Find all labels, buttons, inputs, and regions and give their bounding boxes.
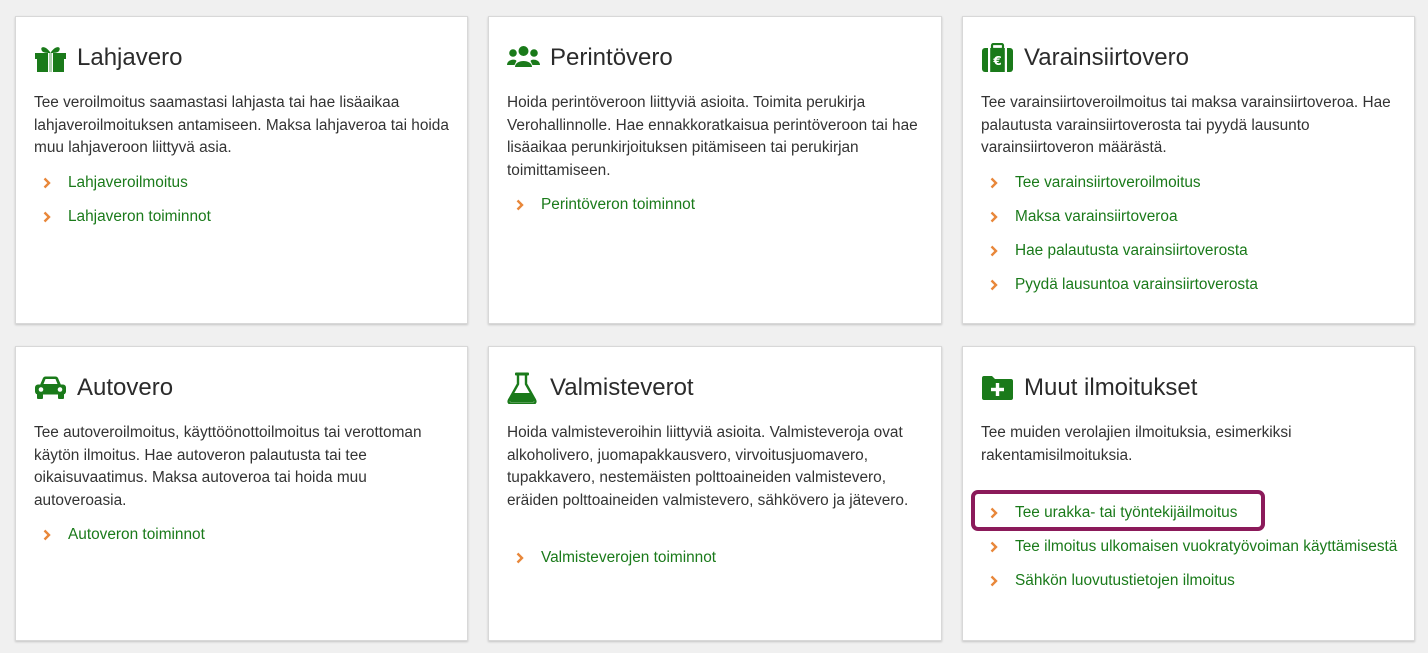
card-autovero: Autovero Tee autoveroilmoitus, käyttööno… — [15, 346, 468, 641]
link-item: Sähkön luovutustietojen ilmoitus — [981, 570, 1400, 593]
link-item: Perintöveron toiminnot — [507, 194, 927, 217]
card-header: Muut ilmoitukset — [981, 373, 1197, 403]
chevron-right-icon — [40, 208, 54, 226]
flask-icon — [507, 372, 541, 404]
card-header: Perintövero — [507, 43, 673, 73]
link-item: Valmisteverojen toiminnot — [507, 547, 927, 570]
card-lahjavero: Lahjavero Tee veroilmoitus saamastasi la… — [15, 16, 468, 324]
chevron-right-icon — [987, 572, 1001, 590]
card-header: € Varainsiirtovero — [981, 43, 1189, 73]
svg-text:€: € — [992, 54, 1001, 68]
euro-luggage-icon: € — [981, 43, 1015, 73]
card-title: Lahjavero — [77, 44, 183, 71]
card-perintovero: Perintövero Hoida perintöveroon liittyvi… — [488, 16, 942, 324]
link-hae-palautusta[interactable]: Hae palautusta varainsiirtoverosta — [1015, 242, 1248, 259]
card-title: Muut ilmoitukset — [1024, 374, 1198, 401]
chevron-right-icon — [987, 174, 1001, 192]
link-item: Lahjaveroilmoitus — [34, 172, 453, 195]
link-item: Hae palautusta varainsiirtoverosta — [981, 240, 1400, 263]
link-valmisteverojen-toiminnot[interactable]: Valmisteverojen toiminnot — [541, 549, 716, 566]
link-perintoveron-toiminnot[interactable]: Perintöveron toiminnot — [541, 196, 695, 213]
card-description: Tee muiden verolajien ilmoituksia, esime… — [981, 424, 1292, 464]
gift-icon — [34, 43, 68, 73]
folder-plus-icon — [981, 373, 1015, 403]
card-header: Valmisteverot — [507, 372, 694, 404]
chevron-right-icon — [40, 526, 54, 544]
car-icon — [34, 373, 68, 403]
chevron-right-icon — [987, 504, 1001, 522]
link-lahjaveron-toiminnot[interactable]: Lahjaveron toiminnot — [68, 208, 211, 225]
card-title: Valmisteverot — [550, 374, 694, 401]
link-lahjaveroilmoitus[interactable]: Lahjaveroilmoitus — [68, 174, 188, 191]
link-autoveron-toiminnot[interactable]: Autoveron toiminnot — [68, 526, 205, 543]
link-pyyda-lausuntoa[interactable]: Pyydä lausuntoa varainsiirtoverosta — [1015, 276, 1258, 293]
link-item: Autoveron toiminnot — [34, 524, 453, 547]
chevron-right-icon — [513, 549, 527, 567]
card-title: Varainsiirtovero — [1024, 44, 1189, 71]
card-description: Hoida perintöveroon liittyviä asioita. T… — [507, 94, 918, 179]
link-item: Maksa varainsiirtoveroa — [981, 206, 1400, 229]
card-description: Tee veroilmoitus saamastasi lahjasta tai… — [34, 94, 449, 156]
chevron-right-icon — [987, 208, 1001, 226]
link-item: Lahjaveron toiminnot — [34, 206, 453, 229]
card-muut-ilmoitukset: Muut ilmoitukset Tee muiden verolajien i… — [962, 346, 1415, 641]
link-tee-urakka-ilmoitus[interactable]: Tee urakka- tai työntekijäilmoitus — [1015, 504, 1237, 521]
card-title: Perintövero — [550, 44, 673, 71]
link-list: Tee varainsiirtoveroilmoitus Maksa varai… — [981, 172, 1400, 308]
link-item: Tee ilmoitus ulkomaisen vuokratyövoiman … — [981, 536, 1400, 559]
card-header: Autovero — [34, 373, 173, 403]
link-list: Tee urakka- tai työntekijäilmoitus Tee i… — [981, 502, 1400, 604]
chevron-right-icon — [987, 242, 1001, 260]
card-varainsiirtovero: € Varainsiirtovero Tee varainsiirtoveroi… — [962, 16, 1415, 324]
card-description: Hoida valmisteveroihin liittyviä asioita… — [507, 424, 909, 509]
link-maksa-varainsiirtoveroa[interactable]: Maksa varainsiirtoveroa — [1015, 208, 1178, 225]
link-item: Pyydä lausuntoa varainsiirtoverosta — [981, 274, 1400, 297]
link-list: Perintöveron toiminnot — [507, 194, 927, 228]
link-tee-varainsiirtoveroilmoitus[interactable]: Tee varainsiirtoveroilmoitus — [1015, 174, 1201, 191]
card-header: Lahjavero — [34, 43, 182, 73]
link-list: Lahjaveroilmoitus Lahjaveron toiminnot — [34, 172, 453, 240]
people-icon — [507, 43, 541, 73]
link-tee-ilmoitus-vuokratyovoima[interactable]: Tee ilmoitus ulkomaisen vuokratyövoiman … — [1015, 538, 1397, 555]
link-item: Tee urakka- tai työntekijäilmoitus — [981, 502, 1400, 525]
link-sahkon-luovutustiedot[interactable]: Sähkön luovutustietojen ilmoitus — [1015, 572, 1235, 589]
card-title: Autovero — [77, 374, 174, 401]
card-description: Tee autoveroilmoitus, käyttöönottoilmoit… — [34, 424, 422, 509]
card-valmisteverot: Valmisteverot Hoida valmisteveroihin lii… — [488, 346, 942, 641]
chevron-right-icon — [40, 174, 54, 192]
chevron-right-icon — [987, 538, 1001, 556]
chevron-right-icon — [513, 196, 527, 214]
chevron-right-icon — [987, 276, 1001, 294]
service-cards-grid: Lahjavero Tee veroilmoitus saamastasi la… — [0, 0, 1428, 653]
link-list: Autoveron toiminnot — [34, 524, 453, 558]
link-list: Valmisteverojen toiminnot — [507, 547, 927, 581]
card-description: Tee varainsiirtoveroilmoitus tai maksa v… — [981, 94, 1391, 156]
link-item: Tee varainsiirtoveroilmoitus — [981, 172, 1400, 195]
